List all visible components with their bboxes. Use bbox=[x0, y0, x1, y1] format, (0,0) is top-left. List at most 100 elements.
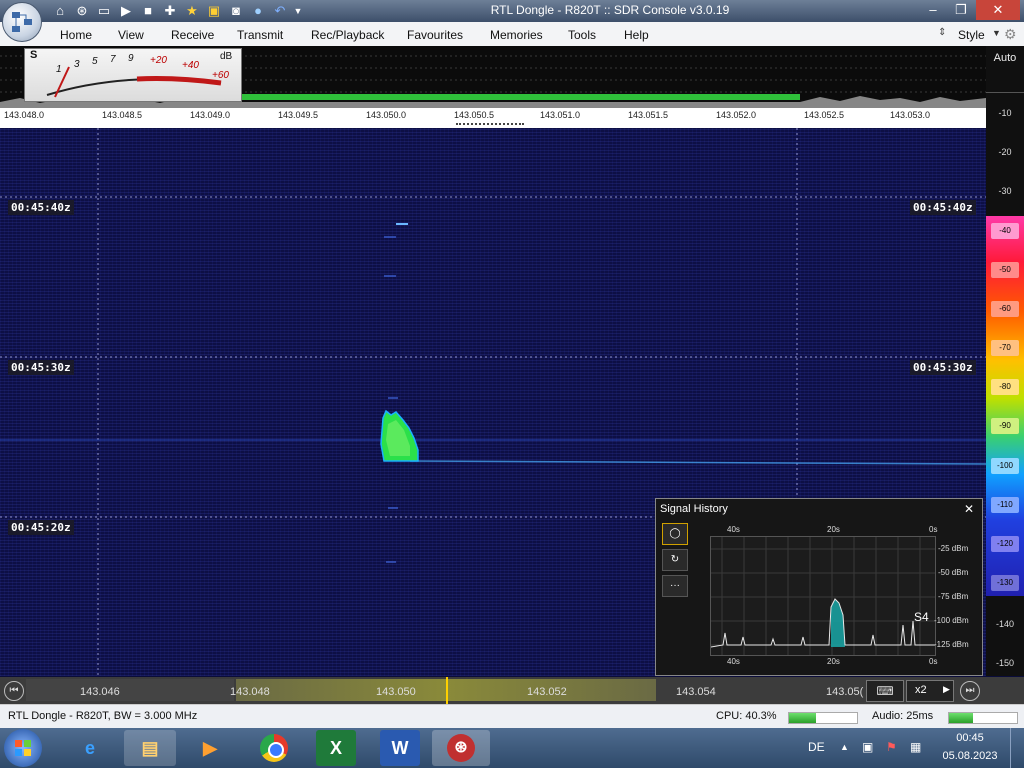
clock-date[interactable]: 05.08.2023 bbox=[940, 750, 1000, 762]
audio-status: Audio: 25ms bbox=[872, 710, 934, 722]
freq-label: 143.052.0 bbox=[716, 110, 757, 120]
tray-display-icon[interactable]: ▦ bbox=[910, 740, 921, 754]
style-chevron-icon[interactable]: ▼ bbox=[992, 28, 1001, 38]
db-tile: -90 bbox=[991, 418, 1019, 434]
camera-icon[interactable]: ◙ bbox=[228, 3, 244, 19]
record-icon[interactable]: ◯ bbox=[662, 523, 688, 545]
db-tile: -120 bbox=[991, 536, 1019, 552]
scroll-right-icon[interactable]: ⏭ bbox=[960, 681, 980, 701]
timestamp-left: 00:45:20z bbox=[8, 520, 74, 535]
db-label: -30 bbox=[998, 186, 1012, 196]
start-button[interactable] bbox=[4, 729, 42, 767]
signal-history-close-button[interactable]: ✕ bbox=[964, 502, 974, 516]
signal-history-title: Signal History bbox=[660, 503, 728, 515]
lock-icon[interactable]: ▣ bbox=[206, 3, 222, 19]
sh-db-tick: -75 dBm bbox=[938, 592, 969, 601]
word-icon[interactable]: W bbox=[380, 730, 420, 766]
style-menu[interactable]: Style bbox=[958, 28, 985, 42]
chrome-center-icon bbox=[268, 742, 284, 758]
tray-flag-icon[interactable]: ⚑ bbox=[886, 740, 897, 754]
meter-tick: 9 bbox=[128, 53, 134, 64]
internet-explorer-icon[interactable]: e bbox=[64, 730, 116, 766]
file-explorer-icon[interactable]: ▤ bbox=[124, 730, 176, 766]
bottom-freq-label: 143.052 bbox=[527, 686, 567, 698]
star-icon[interactable]: ★ bbox=[184, 3, 200, 19]
sh-db-tick: -125 dBm bbox=[934, 640, 969, 649]
tuning-marker[interactable] bbox=[446, 677, 448, 704]
timestamp-right: 00:45:40z bbox=[910, 200, 976, 215]
zoom-selector[interactable]: x2 ▶ bbox=[906, 680, 954, 702]
meter-tick: 3 bbox=[74, 59, 80, 70]
home-icon[interactable]: ⌂ bbox=[52, 3, 68, 19]
cpu-status: CPU: 40.3% bbox=[716, 710, 777, 722]
menu-view[interactable]: View bbox=[118, 28, 144, 42]
drop-icon[interactable]: ● bbox=[250, 3, 266, 19]
menu-home[interactable]: Home bbox=[60, 28, 92, 42]
scroll-left-icon[interactable]: ⏮ bbox=[4, 681, 24, 701]
signal-history-plot bbox=[710, 536, 936, 656]
windows-logo-icon bbox=[15, 740, 22, 747]
clock-time[interactable]: 00:45 bbox=[940, 732, 1000, 744]
excel-icon[interactable]: X bbox=[316, 730, 356, 766]
reset-icon[interactable]: ↻ bbox=[662, 549, 688, 571]
stop-icon[interactable]: ■ bbox=[140, 3, 156, 19]
db-tile: -80 bbox=[991, 379, 1019, 395]
meter-tick: +40 bbox=[182, 60, 199, 71]
menu-tools[interactable]: Tools bbox=[568, 28, 596, 42]
minimize-button[interactable]: – bbox=[918, 0, 948, 20]
device-status: RTL Dongle - R820T, BW = 3.000 MHz bbox=[8, 710, 198, 722]
menu-help[interactable]: Help bbox=[624, 28, 649, 42]
freq-label: 143.050.0 bbox=[366, 110, 407, 120]
gear-icon[interactable]: ⚙ bbox=[1004, 26, 1017, 43]
freq-segment bbox=[26, 679, 234, 701]
bottom-freq-label: 143.050 bbox=[376, 686, 416, 698]
app-menu-icon[interactable] bbox=[2, 2, 42, 42]
folder-icon[interactable]: ▭ bbox=[96, 3, 112, 19]
sh-top-tick: 40s bbox=[727, 525, 740, 534]
menu-memories[interactable]: Memories bbox=[490, 28, 543, 42]
menu-rec-playback[interactable]: Rec/Playback bbox=[311, 28, 384, 42]
media-player-icon[interactable]: ▶ bbox=[184, 730, 236, 766]
help-ring-icon[interactable]: ⊛ bbox=[74, 3, 90, 19]
meter-tick: +60 bbox=[212, 70, 229, 81]
db-label: -140 bbox=[995, 619, 1014, 629]
sh-db-tick: -25 dBm bbox=[938, 544, 969, 553]
more-options-button[interactable]: ··· bbox=[662, 575, 688, 597]
close-button[interactable]: ✕ bbox=[976, 0, 1020, 20]
freq-label: 143.050.5 bbox=[454, 110, 495, 120]
freq-label: 143.049.0 bbox=[190, 110, 231, 120]
chevron-down-icon[interactable]: ▼ bbox=[290, 3, 306, 19]
antenna-icon: ⊛ bbox=[447, 734, 475, 762]
cpu-bar-fill bbox=[789, 713, 817, 723]
chrome-icon[interactable] bbox=[248, 730, 300, 766]
sh-top-tick: 20s bbox=[827, 525, 840, 534]
meter-tick: 5 bbox=[92, 56, 98, 67]
undo-icon[interactable]: ↶ bbox=[272, 3, 288, 19]
meter-tick: +20 bbox=[150, 55, 167, 66]
keyboard-icon[interactable]: ⌨ bbox=[866, 680, 904, 702]
auto-scale-button[interactable]: Auto bbox=[986, 52, 1024, 64]
db-tile: -60 bbox=[991, 301, 1019, 317]
window-title: RTL Dongle - R820T :: SDR Console v3.0.1… bbox=[490, 3, 730, 17]
sh-bottom-tick: 40s bbox=[727, 657, 740, 666]
language-indicator[interactable]: DE bbox=[808, 740, 825, 754]
zoom-next-icon: ▶ bbox=[943, 684, 950, 694]
tray-expand-icon[interactable]: ▲ bbox=[840, 742, 849, 752]
freq-label: 143.048.5 bbox=[102, 110, 143, 120]
frequency-ruler[interactable]: 143.048.0 143.048.5 143.049.0 143.049.5 … bbox=[0, 108, 986, 122]
sdr-console-taskbar-icon[interactable]: ⊛ bbox=[432, 730, 490, 766]
freq-label: 143.052.5 bbox=[804, 110, 845, 120]
bottom-freq-label: 143.054 bbox=[676, 686, 716, 698]
arrows-updown-icon[interactable]: ⇕ bbox=[938, 27, 946, 38]
play-icon[interactable]: ▶ bbox=[118, 3, 134, 19]
db-tile: -40 bbox=[991, 223, 1019, 239]
meter-tick: 7 bbox=[110, 54, 116, 65]
menu-favourites[interactable]: Favourites bbox=[407, 28, 463, 42]
maximize-button[interactable]: ❐ bbox=[946, 0, 976, 20]
tray-network-icon[interactable]: ▣ bbox=[862, 740, 873, 754]
show-desktop-button[interactable] bbox=[1010, 728, 1024, 768]
menu-transmit[interactable]: Transmit bbox=[237, 28, 283, 42]
timestamp-left: 00:45:40z bbox=[8, 200, 74, 215]
menu-receive[interactable]: Receive bbox=[171, 28, 214, 42]
plus-icon[interactable]: ✚ bbox=[162, 3, 178, 19]
